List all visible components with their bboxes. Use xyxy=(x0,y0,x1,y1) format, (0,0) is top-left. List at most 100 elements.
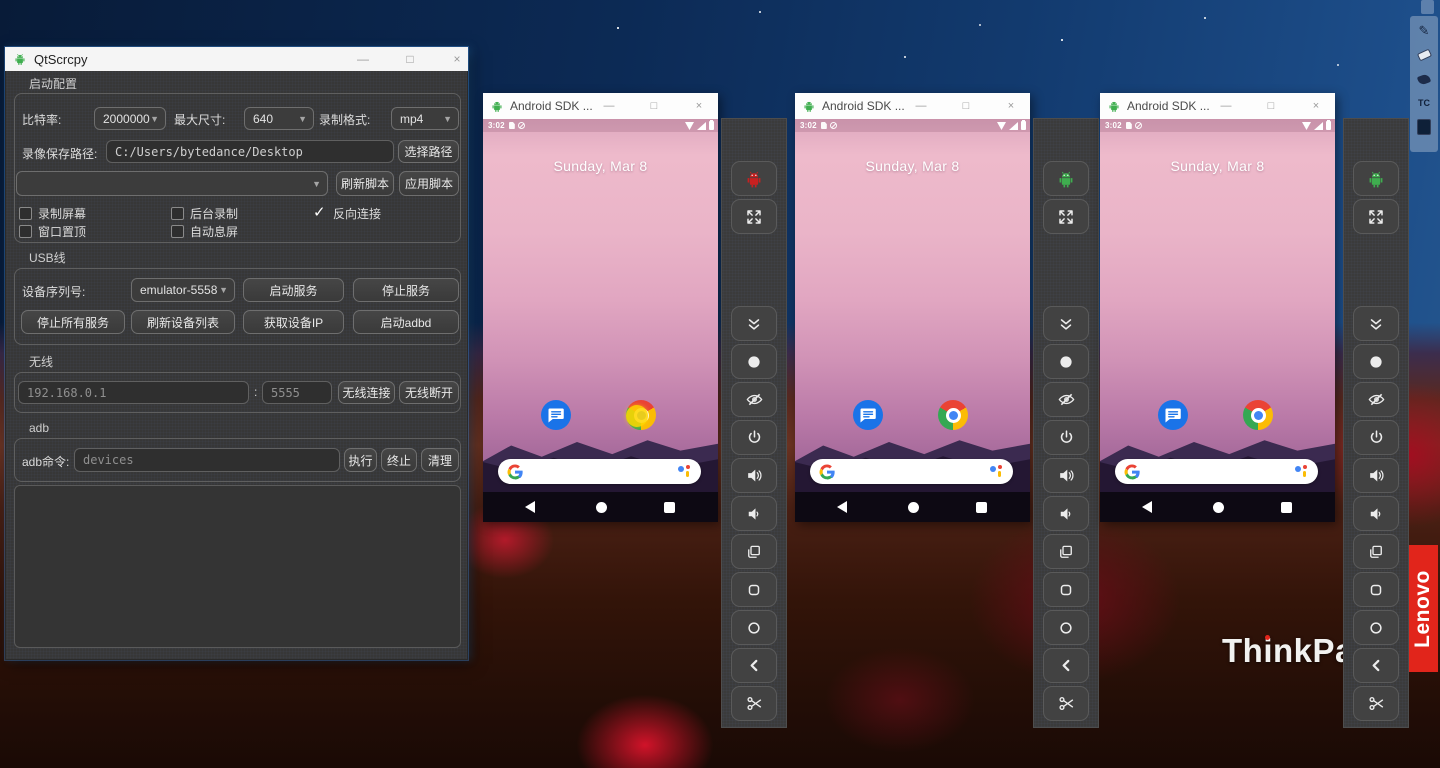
messages-icon[interactable] xyxy=(853,400,883,430)
close-button[interactable]: × xyxy=(1307,93,1325,119)
pencil-icon[interactable]: ✎ xyxy=(1415,23,1433,39)
menu-button[interactable] xyxy=(731,572,777,607)
back-button[interactable] xyxy=(731,648,777,683)
refresh-device-list-button[interactable]: 刷新设备列表 xyxy=(131,310,235,334)
home-button[interactable] xyxy=(1043,610,1089,645)
google-search-bar[interactable] xyxy=(498,459,701,484)
maximize-button[interactable]: □ xyxy=(392,47,428,71)
minimize-button[interactable]: — xyxy=(345,47,381,71)
home-button[interactable] xyxy=(731,610,777,645)
nav-recents-icon[interactable] xyxy=(1281,502,1292,513)
device-serial-select[interactable]: emulator-5558▼ xyxy=(131,278,235,302)
wireless-ip-input[interactable]: 192.168.0.1 xyxy=(18,381,249,404)
background-record-checkbox[interactable]: 后台录制 xyxy=(171,205,238,222)
stop-all-services-button[interactable]: 停止所有服务 xyxy=(21,310,125,334)
menu-button[interactable] xyxy=(1353,572,1399,607)
touch-button[interactable] xyxy=(731,344,777,379)
messages-icon[interactable] xyxy=(541,400,571,430)
screenshot-button[interactable] xyxy=(1043,686,1089,721)
stop-service-button[interactable]: 停止服务 xyxy=(353,278,459,302)
nav-back-icon[interactable] xyxy=(837,501,847,513)
volume-down-button[interactable] xyxy=(1043,496,1089,531)
nav-recents-icon[interactable] xyxy=(664,502,675,513)
google-search-bar[interactable] xyxy=(1115,459,1318,484)
messages-icon[interactable] xyxy=(1158,400,1188,430)
maximize-button[interactable]: □ xyxy=(957,93,975,119)
expand-more-button[interactable] xyxy=(1043,306,1089,341)
volume-up-button[interactable] xyxy=(731,458,777,493)
volume-up-button[interactable] xyxy=(1043,458,1089,493)
get-device-ip-button[interactable]: 获取设备IP xyxy=(243,310,344,334)
google-search-bar[interactable] xyxy=(810,459,1013,484)
app-switch-button[interactable] xyxy=(1043,534,1089,569)
minimize-button[interactable]: — xyxy=(912,93,930,119)
qtscrcpy-titlebar[interactable]: QtScrcpy — □ × xyxy=(5,47,468,71)
expand-more-button[interactable] xyxy=(1353,306,1399,341)
fullscreen-button[interactable] xyxy=(731,199,777,234)
terminate-button[interactable]: 终止 xyxy=(381,448,417,472)
wireless-connect-button[interactable]: 无线连接 xyxy=(338,381,395,404)
power-button[interactable] xyxy=(731,420,777,455)
phone-screen[interactable]: 3:02 Sunday, Mar 8 xyxy=(483,119,718,522)
screenshot-button[interactable] xyxy=(731,686,777,721)
reverse-connect-checkbox[interactable]: 反向连接 xyxy=(314,205,381,222)
android-menu-button[interactable] xyxy=(731,161,777,196)
record-screen-checkbox[interactable]: 录制屏幕 xyxy=(19,205,86,222)
screenshot-button[interactable] xyxy=(1353,686,1399,721)
execute-button[interactable]: 执行 xyxy=(344,448,377,472)
touch-button[interactable] xyxy=(1353,344,1399,379)
bitrate-select[interactable]: 2000000▼ xyxy=(94,107,166,130)
wireless-port-input[interactable]: 5555 xyxy=(262,381,332,404)
phone-screen[interactable]: 3:02 Sunday, Mar 8 xyxy=(795,119,1030,522)
emulator-titlebar[interactable]: Android SDK ...—□× xyxy=(483,93,718,119)
console-output[interactable] xyxy=(14,485,461,648)
assistant-icon[interactable] xyxy=(678,465,691,478)
nav-home-icon[interactable] xyxy=(1213,502,1224,513)
adb-command-input[interactable]: devices xyxy=(74,448,340,472)
start-service-button[interactable]: 启动服务 xyxy=(243,278,344,302)
clear-button[interactable]: 清理 xyxy=(421,448,459,472)
app-switch-button[interactable] xyxy=(1353,534,1399,569)
save-path-input[interactable]: C:/Users/bytedance/Desktop xyxy=(106,140,394,163)
chrome-icon[interactable] xyxy=(1243,400,1273,430)
max-size-select[interactable]: 640▼ xyxy=(244,107,314,130)
color-swatch[interactable] xyxy=(1415,119,1433,135)
auto-screen-off-checkbox[interactable]: 自动息屏 xyxy=(171,223,238,240)
fullscreen-button[interactable] xyxy=(1043,199,1089,234)
emulator-titlebar[interactable]: Android SDK ...—□× xyxy=(795,93,1030,119)
nav-home-icon[interactable] xyxy=(908,502,919,513)
menu-button[interactable] xyxy=(1043,572,1089,607)
refresh-script-button[interactable]: 刷新脚本 xyxy=(336,171,394,196)
apply-script-button[interactable]: 应用脚本 xyxy=(399,171,459,196)
close-button[interactable]: × xyxy=(439,47,475,71)
maximize-button[interactable]: □ xyxy=(645,93,663,119)
eraser-icon[interactable] xyxy=(1415,47,1433,63)
script-select[interactable]: ▼ xyxy=(16,171,328,196)
touch-button[interactable] xyxy=(1043,344,1089,379)
home-button[interactable] xyxy=(1353,610,1399,645)
android-menu-button[interactable] xyxy=(1353,161,1399,196)
minimize-button[interactable]: — xyxy=(600,93,618,119)
expand-more-button[interactable] xyxy=(731,306,777,341)
assistant-icon[interactable] xyxy=(990,465,1003,478)
power-button[interactable] xyxy=(1353,420,1399,455)
volume-down-button[interactable] xyxy=(1353,496,1399,531)
nav-recents-icon[interactable] xyxy=(976,502,987,513)
fullscreen-button[interactable] xyxy=(1353,199,1399,234)
wireless-disconnect-button[interactable]: 无线断开 xyxy=(399,381,459,404)
screen-off-button[interactable] xyxy=(1353,382,1399,417)
emulator-titlebar[interactable]: Android SDK ...—□× xyxy=(1100,93,1335,119)
phone-screen[interactable]: 3:02 Sunday, Mar 8 xyxy=(1100,119,1335,522)
app-switch-button[interactable] xyxy=(731,534,777,569)
nav-back-icon[interactable] xyxy=(525,501,535,513)
chrome-icon[interactable] xyxy=(938,400,968,430)
nav-back-icon[interactable] xyxy=(1142,501,1152,513)
nav-home-icon[interactable] xyxy=(596,502,607,513)
close-button[interactable]: × xyxy=(690,93,708,119)
screen-off-button[interactable] xyxy=(1043,382,1089,417)
back-button[interactable] xyxy=(1353,648,1399,683)
screen-off-button[interactable] xyxy=(731,382,777,417)
maximize-button[interactable]: □ xyxy=(1262,93,1280,119)
volume-up-button[interactable] xyxy=(1353,458,1399,493)
choose-path-button[interactable]: 选择路径 xyxy=(398,140,459,163)
